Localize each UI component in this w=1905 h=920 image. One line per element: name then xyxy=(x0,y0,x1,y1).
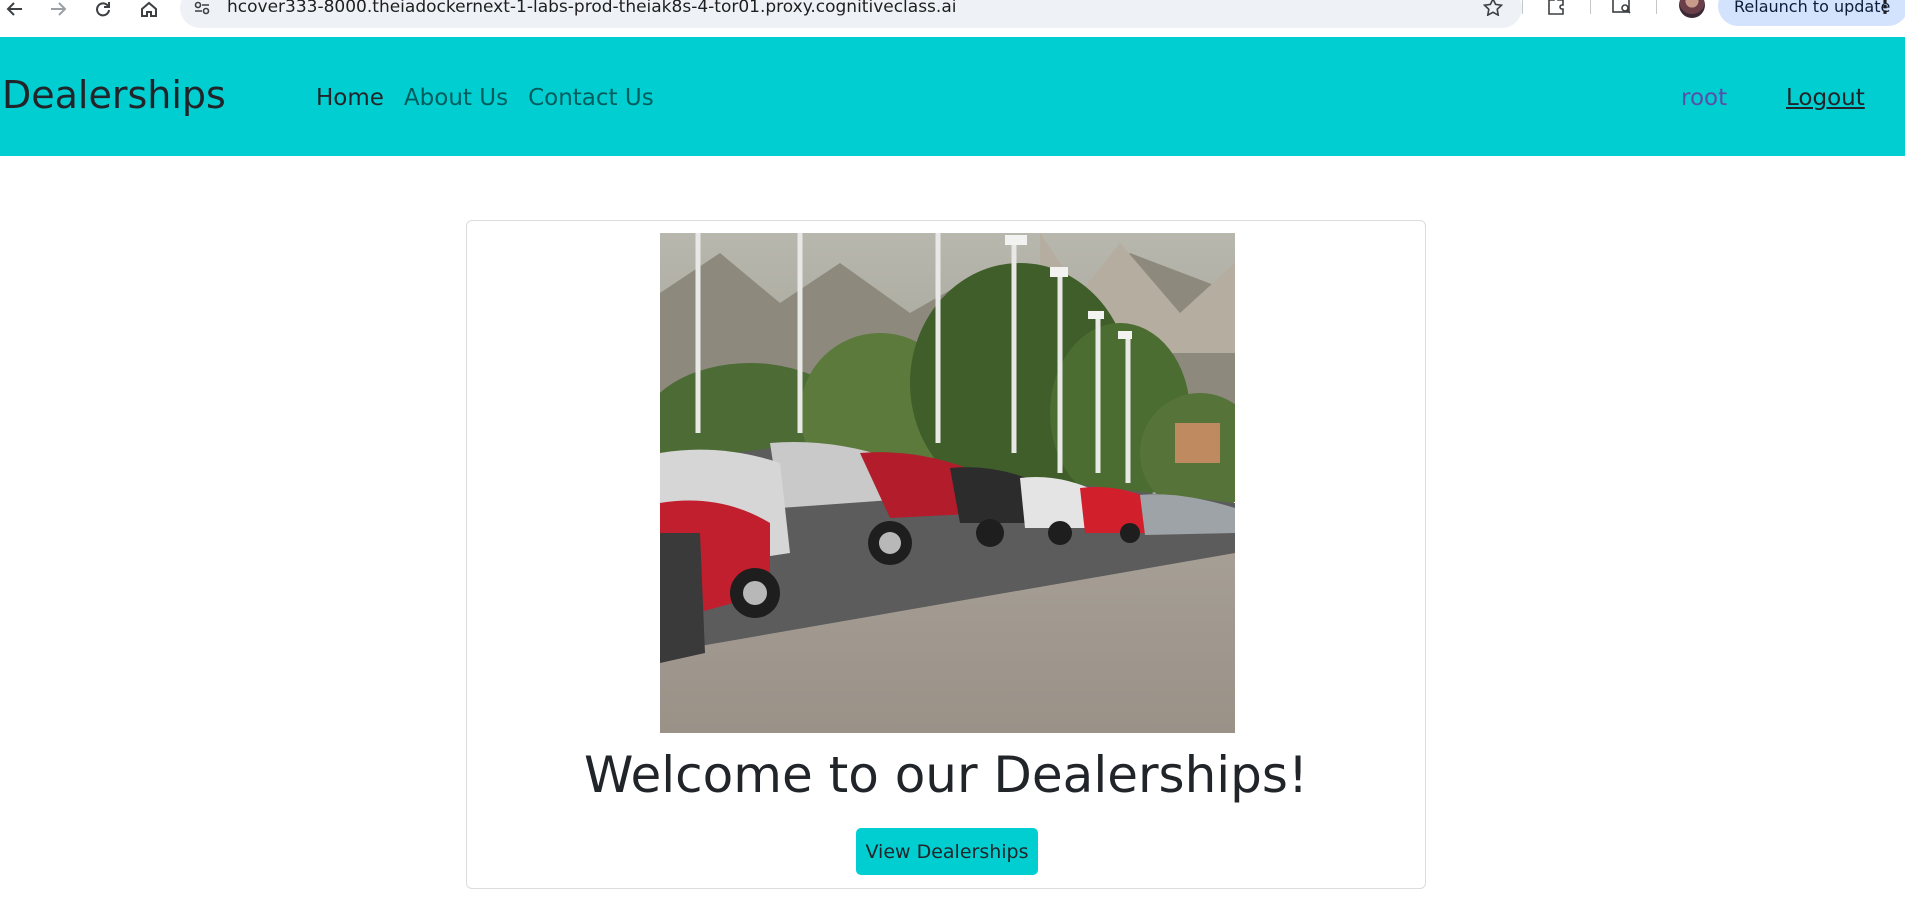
view-dealerships-button[interactable]: View Dealerships xyxy=(856,828,1038,875)
welcome-card: Welcome to our Dealerships! View Dealers… xyxy=(466,220,1426,889)
logout-link[interactable]: Logout xyxy=(1786,85,1865,111)
more-menu-icon[interactable]: ⋮ xyxy=(1876,0,1894,18)
home-icon[interactable] xyxy=(136,0,162,18)
toolbar-separator xyxy=(1590,0,1591,14)
site-info-icon[interactable] xyxy=(193,0,211,16)
dealership-lot-image xyxy=(660,233,1235,733)
nav-link-contact[interactable]: Contact Us xyxy=(528,85,654,111)
nav-links: Home About Us Contact Us xyxy=(316,85,654,111)
reload-icon[interactable] xyxy=(90,0,116,18)
welcome-heading: Welcome to our Dealerships! xyxy=(584,746,1308,804)
forward-arrow-icon[interactable] xyxy=(45,0,71,18)
nav-link-about[interactable]: About Us xyxy=(404,85,508,111)
toolbar-separator xyxy=(1522,0,1523,14)
navbar: Dealerships Home About Us Contact Us roo… xyxy=(0,37,1905,156)
back-arrow-icon[interactable] xyxy=(2,0,28,18)
nav-link-home[interactable]: Home xyxy=(316,85,384,111)
url-text[interactable]: hcover333-8000.theiadockernext-1-labs-pr… xyxy=(227,0,956,17)
bookmark-star-icon[interactable] xyxy=(1482,0,1504,20)
username-label: root xyxy=(1681,85,1728,111)
extensions-icon[interactable] xyxy=(1546,0,1566,19)
tab-search-icon[interactable] xyxy=(1611,0,1633,19)
brand-title[interactable]: Dealerships xyxy=(2,73,226,117)
toolbar-separator xyxy=(1656,0,1657,14)
relaunch-label[interactable]: Relaunch to update xyxy=(1734,0,1890,16)
profile-avatar[interactable] xyxy=(1679,0,1705,18)
browser-toolbar: hcover333-8000.theiadockernext-1-labs-pr… xyxy=(0,0,1905,37)
